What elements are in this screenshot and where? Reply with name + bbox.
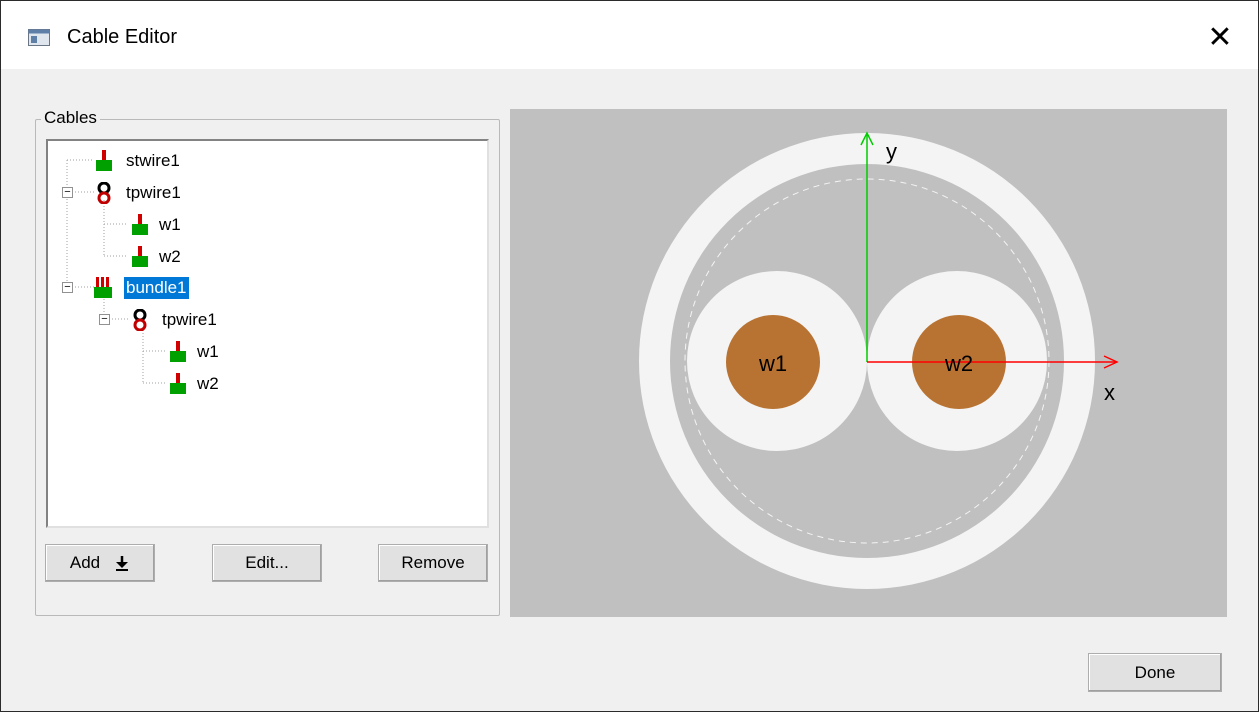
tree-item-w2[interactable]: w2 bbox=[132, 245, 183, 269]
cable-cross-section-view: y x w1 w2 bbox=[510, 109, 1227, 617]
single-wire-icon bbox=[170, 341, 186, 362]
bundle-icon bbox=[94, 277, 112, 298]
window-title: Cable Editor bbox=[67, 26, 178, 48]
close-button[interactable]: ✕ bbox=[1196, 15, 1244, 59]
tree-item-stwire1[interactable]: stwire1 bbox=[96, 149, 182, 173]
app-window-icon bbox=[28, 29, 50, 46]
cable-editor-window: Cable Editor ✕ Cables − − − stwire1 tpwi… bbox=[0, 0, 1259, 712]
tree-collapse-toggle[interactable]: − bbox=[62, 187, 73, 198]
tree-item-tpwire1[interactable]: tpwire1 bbox=[96, 181, 183, 205]
cables-tree[interactable]: − − − stwire1 tpwire1 w1 w2 bundle1 tpwi… bbox=[46, 139, 489, 528]
add-button[interactable]: Add bbox=[45, 544, 155, 582]
tree-collapse-toggle[interactable]: − bbox=[99, 314, 110, 325]
cables-group-label: Cables bbox=[41, 108, 100, 128]
close-icon: ✕ bbox=[1207, 20, 1233, 54]
w1-label: w1 bbox=[758, 351, 787, 376]
arrow-down-icon bbox=[116, 556, 129, 571]
remove-button[interactable]: Remove bbox=[378, 544, 488, 582]
single-wire-icon bbox=[132, 214, 148, 235]
tree-collapse-toggle[interactable]: − bbox=[62, 282, 73, 293]
x-axis-label: x bbox=[1104, 380, 1115, 405]
twisted-pair-icon bbox=[97, 182, 111, 204]
tree-item-w1[interactable]: w1 bbox=[132, 213, 183, 237]
tree-item-bundle1[interactable]: bundle1 bbox=[94, 276, 189, 300]
y-axis-label: y bbox=[886, 139, 897, 164]
twisted-pair-icon bbox=[133, 309, 147, 331]
title-bar: Cable Editor ✕ bbox=[1, 1, 1258, 69]
tree-item-w2[interactable]: w2 bbox=[170, 372, 221, 396]
tree-item-tpwire1[interactable]: tpwire1 bbox=[132, 308, 219, 332]
w2-label: w2 bbox=[944, 351, 973, 376]
done-button[interactable]: Done bbox=[1088, 653, 1222, 692]
cross-section-drawing: y x w1 w2 bbox=[639, 131, 1119, 589]
edit-button[interactable]: Edit... bbox=[212, 544, 322, 582]
single-wire-icon bbox=[96, 150, 112, 171]
single-wire-icon bbox=[132, 246, 148, 267]
single-wire-icon bbox=[170, 373, 186, 394]
tree-item-w1[interactable]: w1 bbox=[170, 340, 221, 364]
